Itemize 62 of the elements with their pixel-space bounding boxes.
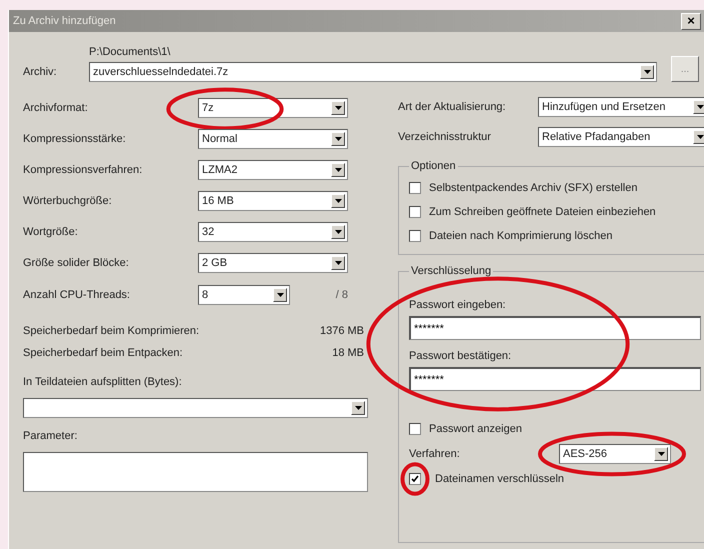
method-combobox[interactable]: AES-256 bbox=[559, 444, 671, 464]
memory-value: 1376 MB bbox=[320, 325, 364, 337]
group-title: Verschlüsselung bbox=[410, 265, 492, 277]
checkbox[interactable] bbox=[409, 473, 421, 485]
password-field[interactable]: ******* bbox=[409, 316, 701, 340]
checkbox-label: Passwort anzeigen bbox=[429, 423, 522, 435]
dropdown-icon bbox=[334, 168, 342, 172]
field-label: Parameter: bbox=[23, 430, 78, 442]
checkbox[interactable] bbox=[409, 206, 421, 218]
field-label: Passwort eingeben: bbox=[409, 299, 507, 311]
field-label: Verfahren: bbox=[409, 448, 461, 460]
memory-label: Speicherbedarf beim Komprimieren: bbox=[23, 325, 200, 337]
setting-combobox[interactable]: Normal bbox=[198, 128, 348, 148]
window-title: Zu Archiv hinzufügen bbox=[13, 15, 116, 27]
setting-label: Anzahl CPU-Threads: bbox=[23, 289, 131, 301]
threads-combobox[interactable]: 8 bbox=[198, 285, 290, 305]
dropdown-icon bbox=[644, 70, 650, 74]
setting-label: Archivformat: bbox=[23, 102, 89, 114]
archive-combobox[interactable]: zuverschluesselndedatei.7z bbox=[89, 62, 657, 82]
field-label: Passwort bestätigen: bbox=[409, 350, 512, 362]
checkbox-label: Dateien nach Komprimierung löschen bbox=[429, 230, 612, 242]
setting-label: Art der Aktualisierung: bbox=[398, 101, 507, 113]
memory-value: 18 MB bbox=[332, 347, 364, 359]
close-button[interactable]: × bbox=[681, 12, 701, 30]
group-title: Optionen bbox=[410, 160, 457, 172]
setting-label: Größe solider Blöcke: bbox=[23, 256, 130, 268]
setting-combobox[interactable]: Hinzufügen und Ersetzen bbox=[538, 97, 704, 117]
dropdown-icon bbox=[696, 105, 704, 109]
setting-label: Wörterbuchgröße: bbox=[23, 194, 113, 206]
setting-label: Kompressionsstärke: bbox=[23, 132, 127, 144]
checkbox-label: Selbstentpackendes Archiv (SFX) erstellen bbox=[429, 182, 638, 194]
checkbox[interactable] bbox=[409, 230, 421, 242]
checkbox-label: Dateinamen verschlüsseln bbox=[435, 473, 564, 485]
dropdown-icon bbox=[276, 293, 284, 297]
checkbox[interactable] bbox=[409, 423, 421, 435]
checkbox-label: Zum Schreiben geöffnete Dateien einbeziehen bbox=[429, 206, 656, 218]
setting-combobox[interactable]: 2 GB bbox=[198, 252, 348, 272]
memory-label: Speicherbedarf beim Entpacken: bbox=[23, 347, 183, 359]
dropdown-icon bbox=[334, 260, 342, 264]
dropdown-icon bbox=[658, 452, 664, 456]
checkbox[interactable] bbox=[409, 182, 421, 194]
dropdown-icon bbox=[334, 230, 342, 234]
setting-label: Kompressionsverfahren: bbox=[23, 164, 144, 176]
dropdown-icon bbox=[696, 135, 704, 139]
setting-label: Verzeichnisstruktur bbox=[398, 131, 492, 143]
split-combobox[interactable] bbox=[23, 398, 368, 418]
parameters-field[interactable] bbox=[23, 452, 368, 492]
field-label: Archiv: bbox=[23, 66, 58, 80]
dropdown-icon bbox=[334, 198, 342, 202]
dropdown-icon bbox=[354, 406, 362, 410]
dropdown-icon bbox=[334, 136, 342, 140]
setting-label: Wortgröße: bbox=[23, 226, 79, 238]
password-field[interactable]: ******* bbox=[409, 367, 701, 391]
setting-combobox[interactable]: 32 bbox=[198, 222, 348, 242]
threads-max: / 8 bbox=[334, 289, 349, 301]
setting-combobox[interactable]: Relative Pfadangaben bbox=[538, 127, 704, 147]
setting-combobox[interactable]: LZMA2 bbox=[198, 160, 348, 180]
setting-combobox[interactable]: 16 MB bbox=[198, 190, 348, 210]
dropdown-icon bbox=[334, 106, 342, 110]
field-label: In Teildateien aufsplitten (Bytes): bbox=[23, 376, 183, 388]
archive-path: P:\Documents\1\ bbox=[89, 46, 172, 58]
setting-combobox[interactable]: 7z bbox=[198, 98, 348, 118]
